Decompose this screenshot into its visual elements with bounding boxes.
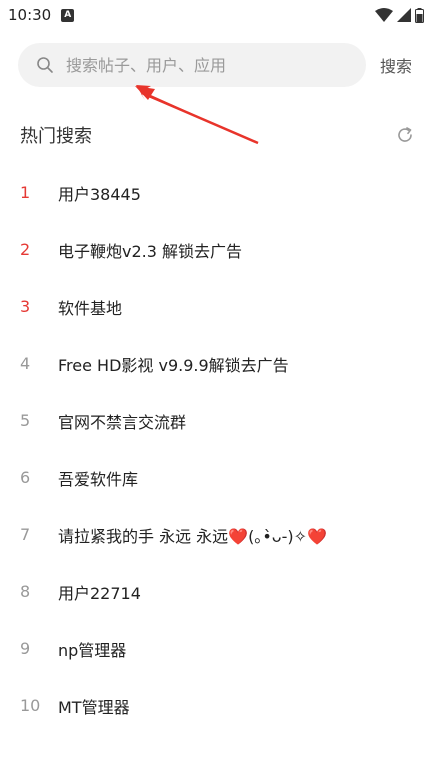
hot-search-item[interactable]: 4 Free HD影视 v9.9.9解锁去广告 [0, 335, 432, 392]
signal-icon [397, 8, 411, 22]
rank-number: 5 [20, 411, 31, 430]
search-box[interactable] [18, 43, 366, 87]
hot-search-item[interactable]: 10 MT管理器 [0, 677, 432, 734]
rank-number: 9 [20, 639, 31, 658]
rank-number: 3 [20, 297, 31, 316]
hot-search-item[interactable]: 5 官网不禁言交流群 [0, 392, 432, 449]
hot-search-text: 软件基地 [58, 298, 123, 318]
hot-search-text: 电子鞭炮v2.3 解锁去广告 [58, 241, 243, 261]
hot-search-text: 官网不禁言交流群 [58, 412, 187, 432]
hot-search-item[interactable]: 3 软件基地 [0, 278, 432, 335]
rank-number: 8 [20, 582, 31, 601]
hot-search-item[interactable]: 7 请拉紧我的手 永远 永远❤️(｡•̀ᴗ-)✧❤️ [0, 506, 432, 563]
screen: 10:30 A 搜索帖子、用户、应用 搜索 热门搜索 1 用户38445 2 电… [0, 0, 432, 769]
refresh-icon[interactable] [396, 126, 414, 144]
rank-number: 6 [20, 468, 31, 487]
a-badge-icon: A [61, 8, 75, 22]
status-time: 10:30 [8, 6, 52, 24]
hot-search-item[interactable]: 1 用户38445 [0, 164, 432, 221]
hot-search-header: 热门搜索 [20, 118, 414, 152]
hot-search-list: 1 用户38445 2 电子鞭炮v2.3 解锁去广告 3 软件基地 4 Free… [0, 164, 432, 734]
rank-number: 2 [20, 240, 31, 259]
hot-search-item[interactable]: 9 np管理器 [0, 620, 432, 677]
hot-search-item[interactable]: 8 用户22714 [0, 563, 432, 620]
status-icons [375, 7, 424, 23]
hot-search-text: 用户22714 [58, 583, 141, 603]
hot-search-text: 吾爱软件库 [58, 469, 139, 489]
battery-icon [415, 7, 424, 23]
hot-search-text: Free HD影视 v9.9.9解锁去广告 [58, 355, 289, 375]
hot-search-item[interactable]: 6 吾爱软件库 [0, 449, 432, 506]
search-icon [37, 57, 53, 73]
hot-search-text: np管理器 [58, 640, 127, 660]
hot-search-text: MT管理器 [58, 697, 130, 717]
rank-number: 10 [20, 696, 41, 715]
search-input[interactable] [66, 55, 346, 75]
rank-number: 1 [20, 183, 31, 202]
search-button[interactable]: 搜索 [380, 53, 412, 77]
hot-search-text: 请拉紧我的手 永远 永远❤️(｡•̀ᴗ-)✧❤️ [58, 526, 327, 546]
rank-number: 4 [20, 354, 31, 373]
status-bar: 10:30 A [0, 0, 432, 30]
wifi-icon [375, 8, 393, 22]
hot-search-text: 用户38445 [58, 184, 141, 204]
rank-number: 7 [20, 525, 31, 544]
hot-search-item[interactable]: 2 电子鞭炮v2.3 解锁去广告 [0, 221, 432, 278]
search-row: 搜索 [18, 43, 424, 87]
hot-search-title: 热门搜索 [20, 126, 92, 147]
